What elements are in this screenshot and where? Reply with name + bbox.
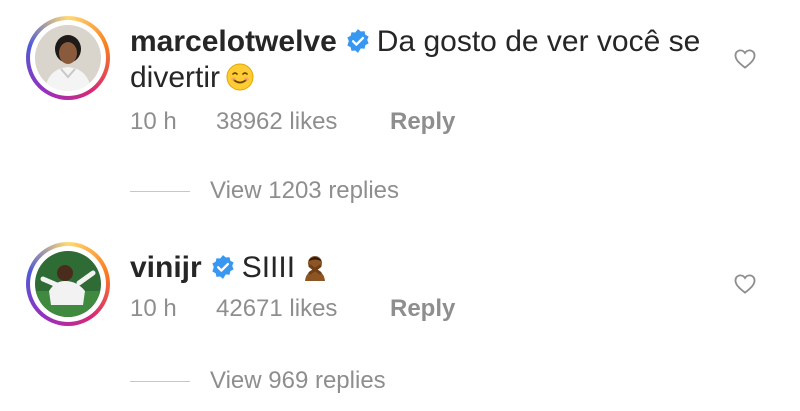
view-replies-button[interactable]: View 1203 replies <box>130 176 399 206</box>
comment-time: 10 h <box>130 295 177 322</box>
comment-text-line2: divertir <box>130 61 221 94</box>
comment-time: 10 h <box>130 108 177 135</box>
shushing-person-icon <box>305 256 326 281</box>
heart-icon[interactable] <box>734 274 756 294</box>
comment-meta: 10 h 38962 likes Reply <box>130 107 455 137</box>
comment-text-line1: SIIII <box>241 251 296 284</box>
divider-line <box>130 191 190 193</box>
likes-count[interactable]: 42671 likes <box>216 294 390 324</box>
reply-button[interactable]: Reply <box>390 107 455 137</box>
comment-text-line1: Da gosto de ver você se <box>376 25 701 58</box>
view-replies-button[interactable]: View 969 replies <box>130 366 386 396</box>
view-replies-label: View 1203 replies <box>210 177 400 204</box>
verified-badge-icon <box>212 255 234 279</box>
heart-icon[interactable] <box>734 49 756 69</box>
reply-button[interactable]: Reply <box>390 294 455 324</box>
avatar <box>35 251 101 317</box>
smiling-face-icon <box>226 63 254 91</box>
story-ring-avatar[interactable] <box>26 16 110 100</box>
divider-line <box>130 381 190 383</box>
view-replies-label: View 969 replies <box>210 367 386 394</box>
comment-item: vinijr SIIII 10 h 42671 likes Reply View 96… <box>0 232 800 411</box>
comment-item: marcelotwelve Da gosto de ver você se div… <box>0 0 800 220</box>
story-ring-avatar[interactable] <box>26 242 110 326</box>
verified-badge-icon <box>347 29 369 53</box>
avatar <box>35 25 101 91</box>
likes-count[interactable]: 38962 likes <box>216 107 390 137</box>
username[interactable]: vinijr <box>130 251 202 284</box>
comment-meta: 10 h 42671 likes Reply <box>130 294 455 324</box>
username[interactable]: marcelotwelve <box>130 25 337 58</box>
